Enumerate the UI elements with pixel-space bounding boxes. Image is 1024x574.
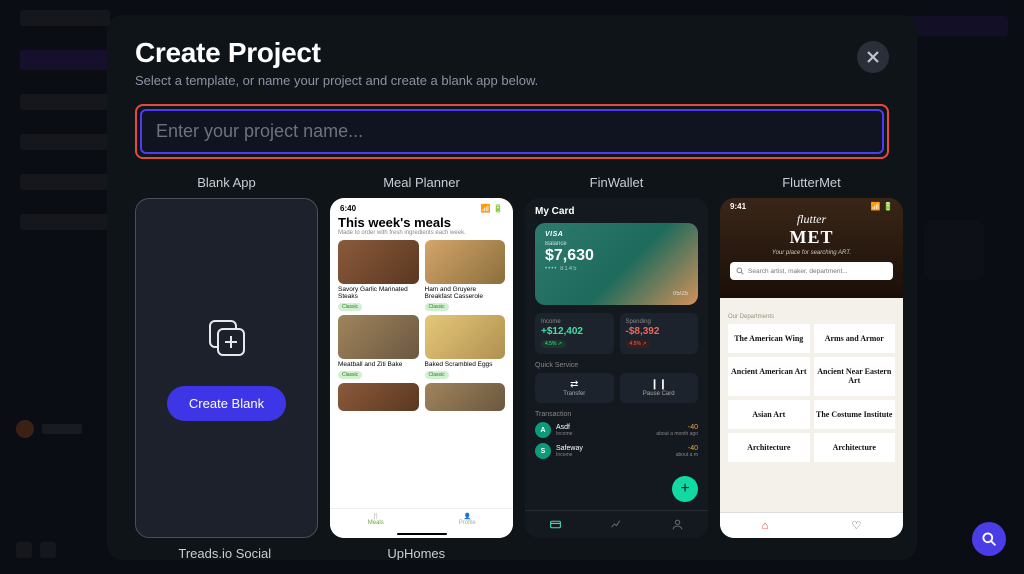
meal-subheading: Made to order with fresh ingredients eac…: [338, 230, 505, 236]
template-label-met: FlutterMet: [782, 175, 841, 190]
dept-cell: The Costume Institute: [814, 400, 896, 429]
heart-icon: ♡: [852, 519, 862, 532]
transaction-row: SSafewayIncome-40about a m: [535, 443, 698, 459]
project-name-input[interactable]: [156, 121, 868, 142]
template-label-treads: Treads.io Social: [135, 546, 315, 560]
quick-service-label: Quick Service: [535, 362, 698, 369]
add-fab: +: [672, 476, 698, 502]
phone-status-bar: 6:40 📶 🔋: [340, 204, 503, 213]
spending-stat: Spending-$8,3924.5% ↗: [620, 313, 699, 354]
pause-card-button: ❙❙Pause Card: [620, 373, 699, 403]
meal-heading: This week's meals: [338, 215, 505, 230]
meal-item: [425, 383, 506, 411]
bg-bottom-icons: [16, 542, 56, 558]
template-finwallet[interactable]: My Card VISA Balance $7,630 •••• 8145 05…: [525, 198, 708, 538]
template-fluttermet[interactable]: 9:41📶 🔋 flutterMET Your place for search…: [720, 198, 903, 538]
meal-item: Baked Scrambled EggsClassic: [425, 315, 506, 379]
global-search-fab[interactable]: [972, 522, 1006, 556]
dept-cell: Asian Art: [728, 400, 810, 429]
credit-card: VISA Balance $7,630 •••• 8145 05/25: [535, 223, 698, 305]
modal-title: Create Project: [135, 37, 538, 69]
template-label-uphomes: UpHomes: [327, 546, 507, 560]
modal-subtitle: Select a template, or name your project …: [135, 73, 538, 88]
dept-cell: Ancient Near Eastern Art: [814, 357, 896, 395]
met-tagline: Your place for searching ART.: [720, 250, 903, 256]
meal-item: Meatball and Ziti BakeClassic: [338, 315, 419, 379]
meal-item: Savory Garlic Marinated SteaksClassic: [338, 240, 419, 311]
bg-user: [16, 420, 82, 438]
search-icon: [736, 267, 744, 275]
met-bottom-nav: ⌂ ♡: [720, 512, 903, 538]
met-logo: flutterMET: [720, 212, 903, 248]
meal-item: Ham and Gruyere Breakfast CasseroleClass…: [425, 240, 506, 311]
chart-icon: [610, 518, 623, 531]
meal-item: [338, 383, 419, 411]
bg-card: [924, 220, 984, 280]
phone-status-bar: 9:41📶 🔋: [722, 202, 901, 211]
template-blank-app[interactable]: Create Blank: [135, 198, 318, 538]
home-icon: ⌂: [762, 520, 769, 532]
transaction-label: Transaction: [535, 411, 698, 418]
template-label-fin: FinWallet: [590, 175, 644, 190]
dept-cell: Ancient American Art: [728, 357, 810, 395]
search-icon: [981, 531, 997, 547]
dept-cell: Architecture: [728, 433, 810, 462]
template-label-blank: Blank App: [197, 175, 256, 190]
close-icon: [866, 50, 880, 64]
close-button[interactable]: [857, 41, 889, 73]
met-search: [730, 262, 893, 280]
fin-title: My Card: [535, 206, 698, 217]
home-indicator: [397, 533, 447, 536]
fin-bottom-nav: [525, 510, 708, 538]
income-stat: Income+$12,4024.5% ↗: [535, 313, 614, 354]
create-project-modal: Create Project Select a template, or nam…: [107, 15, 917, 560]
create-blank-button[interactable]: Create Blank: [167, 386, 286, 421]
project-name-highlight: [135, 104, 889, 159]
dept-cell: Arms and Armor: [814, 324, 896, 353]
add-app-icon: [205, 316, 249, 360]
transfer-button: ⇄Transfer: [535, 373, 614, 403]
card-icon: [549, 518, 562, 531]
transaction-row: AAsdfIncome-40about a month ago: [535, 422, 698, 438]
bg-sidebar: [20, 10, 110, 254]
template-meal-planner[interactable]: 6:40 📶 🔋 This week's meals Made to order…: [330, 198, 513, 538]
template-label-meal: Meal Planner: [383, 175, 460, 190]
departments-label: Our Departments: [728, 314, 895, 320]
dept-cell: Architecture: [814, 433, 896, 462]
user-icon: [671, 518, 684, 531]
dept-cell: The American Wing: [728, 324, 810, 353]
